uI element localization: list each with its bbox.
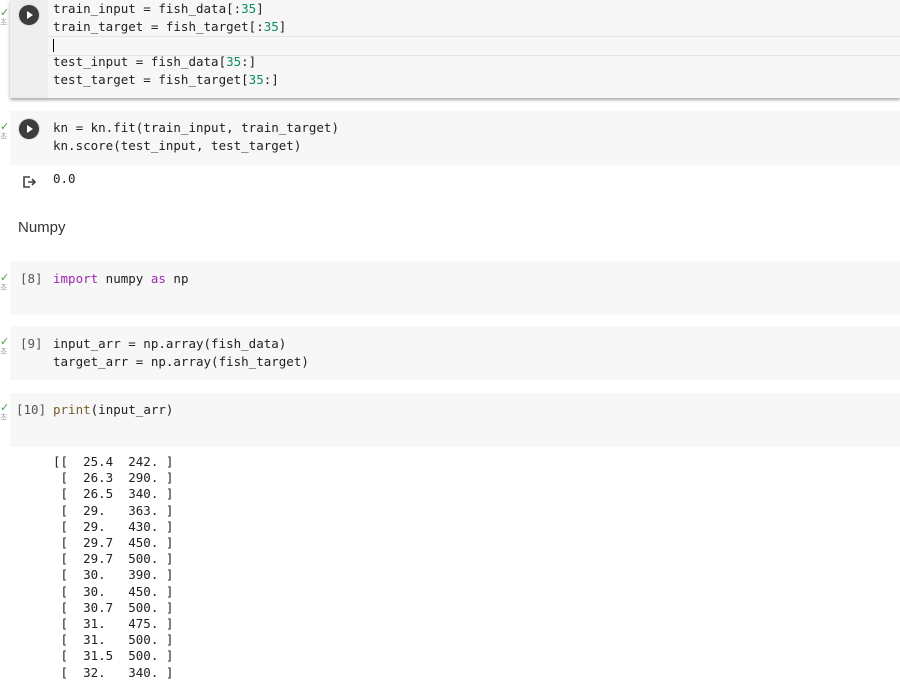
gutter-check-icon: ✓ xyxy=(0,6,10,19)
execution-count: [8] xyxy=(20,271,43,286)
text-cell-heading: Numpy xyxy=(18,219,66,236)
code-line[interactable]: train_target = fish_target[:35] xyxy=(53,18,286,36)
output-line: [ 26.5 340. ] xyxy=(53,486,174,502)
gutter-check-icon: ✓ xyxy=(0,120,10,133)
output-line: [ 29. 363. ] xyxy=(53,502,174,518)
gutter-runtime-note: 초 xyxy=(0,347,8,356)
gutter-runtime-note: 초 xyxy=(0,18,8,27)
code-line[interactable]: train_input = fish_data[:35] xyxy=(53,0,264,18)
output-line: [ 30. 450. ] xyxy=(53,583,174,599)
code-line[interactable]: target_arr = np.array(fish_target) xyxy=(53,353,309,371)
gutter-runtime-note: 초 xyxy=(0,413,8,422)
run-cell-button[interactable] xyxy=(19,5,39,25)
code-line[interactable]: input_arr = np.array(fish_data) xyxy=(53,335,286,353)
gutter-check-icon: ✓ xyxy=(0,401,10,414)
output-line: [ 31. 500. ] xyxy=(53,632,174,648)
gutter-runtime-note: 초 xyxy=(0,283,8,292)
output-line: [[ 25.4 242. ] xyxy=(53,454,174,469)
output-line: [ 30.7 500. ] xyxy=(53,599,174,615)
gutter-check-icon: ✓ xyxy=(0,271,10,284)
gutter-check-icon: ✓ xyxy=(0,335,10,348)
output-icon[interactable] xyxy=(22,174,37,188)
code-line[interactable]: kn.score(test_input, test_target) xyxy=(53,137,301,155)
code-line[interactable]: test_input = fish_data[35:] xyxy=(53,53,256,71)
output-line: [ 30. 390. ] xyxy=(53,567,174,583)
gutter-runtime-note: 초 xyxy=(0,132,8,141)
cell-output: 0.0 xyxy=(53,171,76,186)
code-line[interactable]: print(input_arr) xyxy=(53,401,173,419)
output-line: [ 26.3 290. ] xyxy=(53,470,174,486)
output-line: [ 32. 340. ] xyxy=(53,664,174,680)
output-line: [ 29.7 500. ] xyxy=(53,551,174,567)
output-line: [ 29.7 450. ] xyxy=(53,535,174,550)
code-line[interactable]: kn = kn.fit(train_input, train_target) xyxy=(53,119,339,137)
code-line[interactable]: import numpy as np xyxy=(53,270,188,288)
output-line: [ 31.5 500. ] xyxy=(53,648,174,664)
code-line[interactable]: test_target = fish_target[35:] xyxy=(53,71,279,89)
run-cell-button[interactable] xyxy=(19,119,39,139)
output-line: [ 29. 430. ] xyxy=(53,518,174,534)
output-line: [ 31. 475. ] xyxy=(53,616,174,631)
execution-count: [10] xyxy=(16,402,47,417)
execution-count: [9] xyxy=(20,336,43,351)
